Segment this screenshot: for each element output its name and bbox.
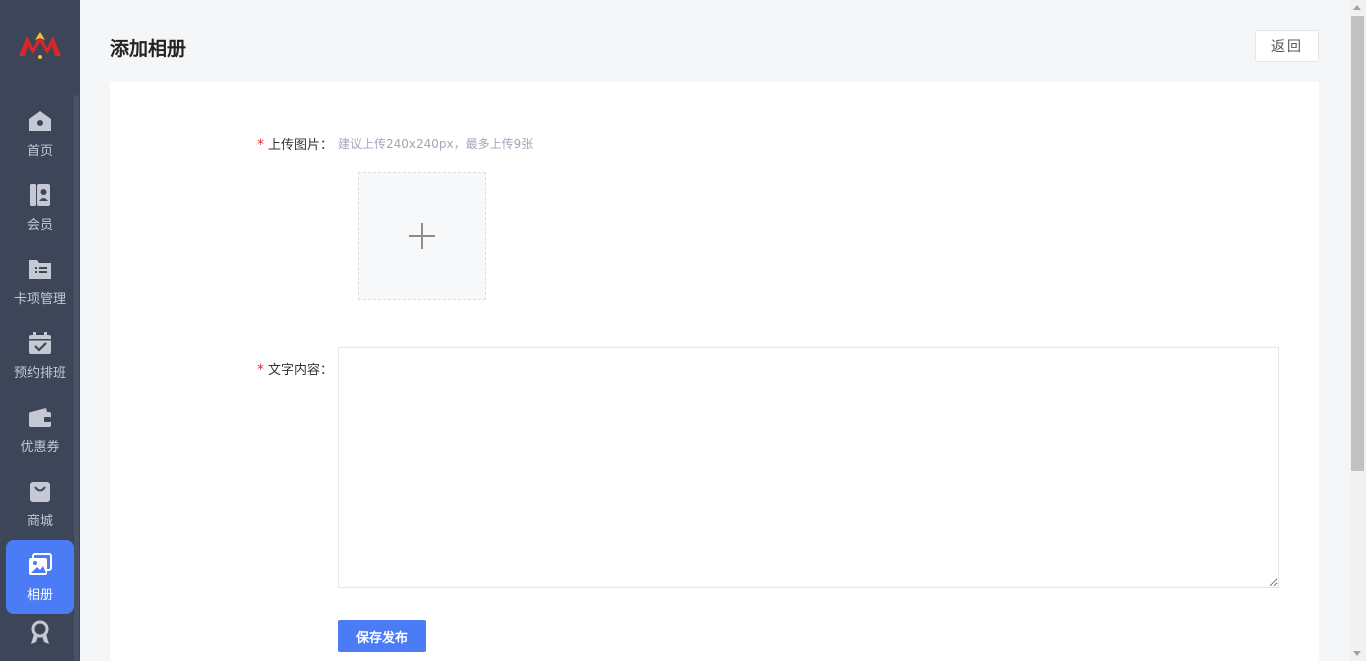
back-button[interactable]: 返回	[1255, 30, 1319, 62]
logo-mark-icon	[19, 32, 61, 59]
shopping-bag-icon	[26, 477, 54, 505]
upload-hint: 建议上传240x240px，最多上传9张	[338, 137, 534, 151]
sidebar-item-member[interactable]: 会员	[6, 172, 74, 242]
sidebar-item-label: 相册	[26, 588, 53, 603]
sidebar: 首页 会员 卡项管理 预约排班 优惠券 商城 相册	[0, 0, 80, 661]
upload-label-text: 上传图片：	[268, 138, 334, 153]
required-mark: *	[257, 362, 264, 378]
page-scrollbar-thumb[interactable]	[1351, 16, 1364, 471]
content-textarea[interactable]	[338, 347, 1279, 588]
member-icon	[26, 181, 54, 209]
sidebar-item-home[interactable]: 首页	[6, 98, 74, 168]
sidebar-scrollbar[interactable]	[74, 95, 79, 661]
sidebar-item-card-management[interactable]: 卡项管理	[6, 246, 74, 316]
wallet-icon	[26, 403, 54, 431]
plus-icon	[409, 223, 435, 249]
sidebar-item-award[interactable]	[6, 618, 74, 658]
scroll-up-arrow-icon[interactable]	[1353, 5, 1361, 10]
sidebar-item-label: 会员	[26, 218, 53, 233]
sidebar-item-label: 卡项管理	[13, 292, 66, 307]
sidebar-item-appointment[interactable]: 预约排班	[6, 320, 74, 390]
save-publish-button[interactable]: 保存发布	[338, 620, 426, 652]
scroll-down-arrow-icon[interactable]	[1353, 651, 1361, 656]
album-icon	[26, 551, 54, 579]
sidebar-item-mall[interactable]: 商城	[6, 468, 74, 538]
sidebar-item-label: 首页	[26, 144, 53, 159]
award-icon	[26, 618, 54, 646]
required-mark: *	[257, 137, 264, 153]
sidebar-item-label: 预约排班	[13, 366, 66, 381]
sidebar-item-label: 优惠券	[20, 440, 60, 455]
image-upload-button[interactable]	[358, 172, 486, 300]
calendar-check-icon	[26, 329, 54, 357]
content-label: * 文字内容：	[257, 359, 333, 378]
sidebar-item-coupon[interactable]: 优惠券	[6, 394, 74, 464]
sidebar-item-album[interactable]: 相册	[6, 540, 74, 614]
upload-label: * 上传图片：	[257, 134, 333, 153]
home-icon	[26, 107, 54, 135]
logo	[0, 20, 80, 70]
sidebar-item-label: 商城	[26, 514, 53, 529]
page-title: 添加相册	[110, 38, 187, 60]
card-folder-icon	[26, 255, 54, 283]
content-label-text: 文字内容：	[268, 363, 334, 378]
